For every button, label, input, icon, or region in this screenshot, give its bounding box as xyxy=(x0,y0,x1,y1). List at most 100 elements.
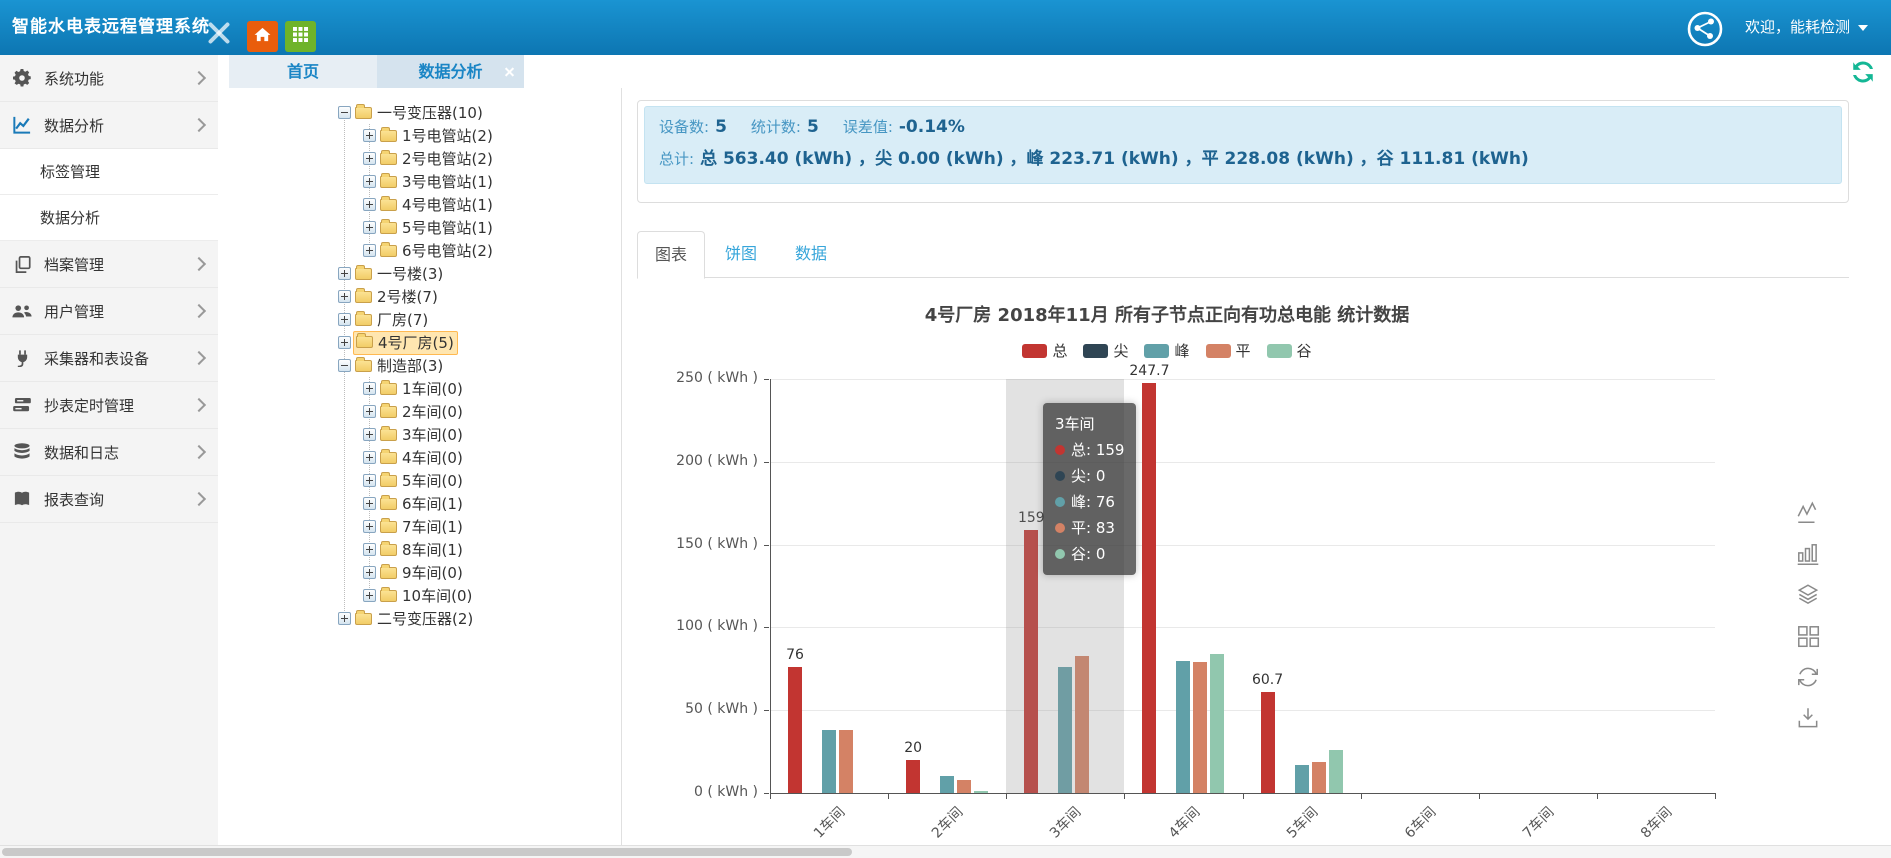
sidebar-item-tag-management[interactable]: 标签管理 xyxy=(0,149,218,195)
expand-icon[interactable] xyxy=(363,129,376,142)
bar-总-4车间[interactable] xyxy=(1142,383,1156,793)
expand-icon[interactable] xyxy=(363,451,376,464)
tree-node[interactable]: 9车间(0) xyxy=(218,561,621,584)
apps-grid-button[interactable] xyxy=(285,21,316,52)
bar-峰-5车间[interactable] xyxy=(1295,765,1309,793)
bar-谷-2车间[interactable] xyxy=(974,791,988,793)
tree-node[interactable]: 1号电管站(2) xyxy=(218,124,621,147)
tree-node-label[interactable]: 3车间(0) xyxy=(402,424,463,445)
user-menu[interactable]: 欢迎，能耗检测 xyxy=(1745,0,1868,55)
tree-node-label[interactable]: 制造部(3) xyxy=(377,355,443,376)
tree-node[interactable]: 2车间(0) xyxy=(218,400,621,423)
legend-item-总[interactable]: 总 xyxy=(1022,340,1067,361)
sidebar-item-meter-schedule[interactable]: 抄表定时管理 xyxy=(0,382,218,429)
expand-icon[interactable] xyxy=(363,175,376,188)
stack-icon[interactable] xyxy=(1795,582,1821,608)
tree-node-label[interactable]: 9车间(0) xyxy=(402,562,463,583)
expand-icon[interactable] xyxy=(363,382,376,395)
content-tab-chart[interactable]: 图表 xyxy=(637,231,705,279)
sidebar-item-users[interactable]: 用户管理 xyxy=(0,288,218,335)
tree-node-label[interactable]: 1号电管站(2) xyxy=(402,125,493,146)
expand-icon[interactable] xyxy=(363,497,376,510)
tree-node-label[interactable]: 4号电管站(1) xyxy=(402,194,493,215)
legend-item-尖[interactable]: 尖 xyxy=(1083,340,1128,361)
tree-node[interactable]: 10车间(0) xyxy=(218,584,621,607)
expand-icon[interactable] xyxy=(363,152,376,165)
expand-icon[interactable] xyxy=(363,520,376,533)
expand-icon[interactable] xyxy=(363,198,376,211)
tree-node-label[interactable]: 一号楼(3) xyxy=(377,263,443,284)
tree-node-label[interactable]: 8车间(1) xyxy=(402,539,463,560)
bar-峰-1车间[interactable] xyxy=(822,730,836,793)
legend-item-谷[interactable]: 谷 xyxy=(1267,340,1312,361)
tree-node[interactable]: 3车间(0) xyxy=(218,423,621,446)
tree-node[interactable]: 4号厂房(5) xyxy=(218,331,621,354)
bar-平-5车间[interactable] xyxy=(1312,762,1326,793)
collapse-icon[interactable] xyxy=(338,359,351,372)
tree-node-label[interactable]: 10车间(0) xyxy=(402,585,472,606)
home-button[interactable] xyxy=(247,21,278,52)
content-tab-pie[interactable]: 饼图 xyxy=(712,231,770,277)
tree-node[interactable]: 5车间(0) xyxy=(218,469,621,492)
tree-node-label[interactable]: 2车间(0) xyxy=(402,401,463,422)
tree-node[interactable]: 2号楼(7) xyxy=(218,285,621,308)
expand-icon[interactable] xyxy=(363,566,376,579)
sidebar-item-data-analysis[interactable]: 数据分析 xyxy=(0,102,218,149)
download-icon[interactable] xyxy=(1795,705,1821,731)
page-tab-data-analysis[interactable]: 数据分析 xyxy=(377,55,524,88)
line-chart-icon[interactable] xyxy=(1795,500,1821,526)
tree-node[interactable]: 6车间(1) xyxy=(218,492,621,515)
bar-谷-4车间[interactable] xyxy=(1210,654,1224,793)
close-tab-icon[interactable] xyxy=(504,66,515,77)
tree-node[interactable]: 7车间(1) xyxy=(218,515,621,538)
content-tab-data[interactable]: 数据 xyxy=(782,231,840,277)
sidebar-item-data-logs[interactable]: 数据和日志 xyxy=(0,429,218,476)
tree-node-label[interactable]: 二号变压器(2) xyxy=(377,608,473,629)
tree-node[interactable]: 1车间(0) xyxy=(218,377,621,400)
refresh-icon[interactable] xyxy=(1850,59,1876,85)
tree-node[interactable]: 制造部(3) xyxy=(218,354,621,377)
sidebar-item-data-analysis-sub[interactable]: 数据分析 xyxy=(0,195,218,241)
bar-总-2车间[interactable] xyxy=(906,760,920,793)
tree-node-label[interactable]: 厂房(7) xyxy=(377,309,428,330)
tree-node[interactable]: 6号电管站(2) xyxy=(218,239,621,262)
expand-icon[interactable] xyxy=(363,474,376,487)
tree-node-label[interactable]: 6号电管站(2) xyxy=(402,240,493,261)
tree-node[interactable]: 一号楼(3) xyxy=(218,262,621,285)
tree-node-label[interactable]: 5车间(0) xyxy=(402,470,463,491)
bar-平-1车间[interactable] xyxy=(839,730,853,793)
tree-node-label[interactable]: 2号电管站(2) xyxy=(402,148,493,169)
expand-icon[interactable] xyxy=(338,336,351,349)
collapse-icon[interactable] xyxy=(338,106,351,119)
tree-node[interactable]: 4车间(0) xyxy=(218,446,621,469)
restore-icon[interactable] xyxy=(1795,664,1821,690)
bar-峰-2车间[interactable] xyxy=(940,776,954,793)
tree-node-label[interactable]: 2号楼(7) xyxy=(377,286,438,307)
tree-node[interactable]: 8车间(1) xyxy=(218,538,621,561)
tree-node-label[interactable]: 3号电管站(1) xyxy=(402,171,493,192)
bar-总-5车间[interactable] xyxy=(1261,692,1275,793)
bar-chart-icon[interactable] xyxy=(1795,541,1821,567)
tree-node-label[interactable]: 4号厂房(5) xyxy=(378,332,454,353)
horizontal-scrollbar[interactable] xyxy=(0,845,1891,858)
expand-icon[interactable] xyxy=(363,543,376,556)
bar-总-1车间[interactable] xyxy=(788,667,802,793)
tree-node[interactable]: 厂房(7) xyxy=(218,308,621,331)
legend-item-峰[interactable]: 峰 xyxy=(1144,340,1189,361)
sidebar-item-reports[interactable]: 报表查询 xyxy=(0,476,218,523)
tree-node[interactable]: 2号电管站(2) xyxy=(218,147,621,170)
page-tab-home[interactable]: 首页 xyxy=(229,55,377,88)
expand-icon[interactable] xyxy=(338,267,351,280)
tree-node[interactable]: 5号电管站(1) xyxy=(218,216,621,239)
sidebar-item-system[interactable]: 系统功能 xyxy=(0,55,218,102)
bar-平-2车间[interactable] xyxy=(957,780,971,793)
tree-node-label[interactable]: 一号变压器(10) xyxy=(377,102,483,123)
expand-icon[interactable] xyxy=(338,290,351,303)
tree-node-selected[interactable]: 4号厂房(5) xyxy=(353,331,458,355)
sidebar-item-archives[interactable]: 档案管理 xyxy=(0,241,218,288)
bar-谷-5车间[interactable] xyxy=(1329,750,1343,793)
tiled-icon[interactable] xyxy=(1795,623,1821,649)
expand-icon[interactable] xyxy=(363,589,376,602)
tree-node[interactable]: 二号变压器(2) xyxy=(218,607,621,630)
tree-node[interactable]: 3号电管站(1) xyxy=(218,170,621,193)
